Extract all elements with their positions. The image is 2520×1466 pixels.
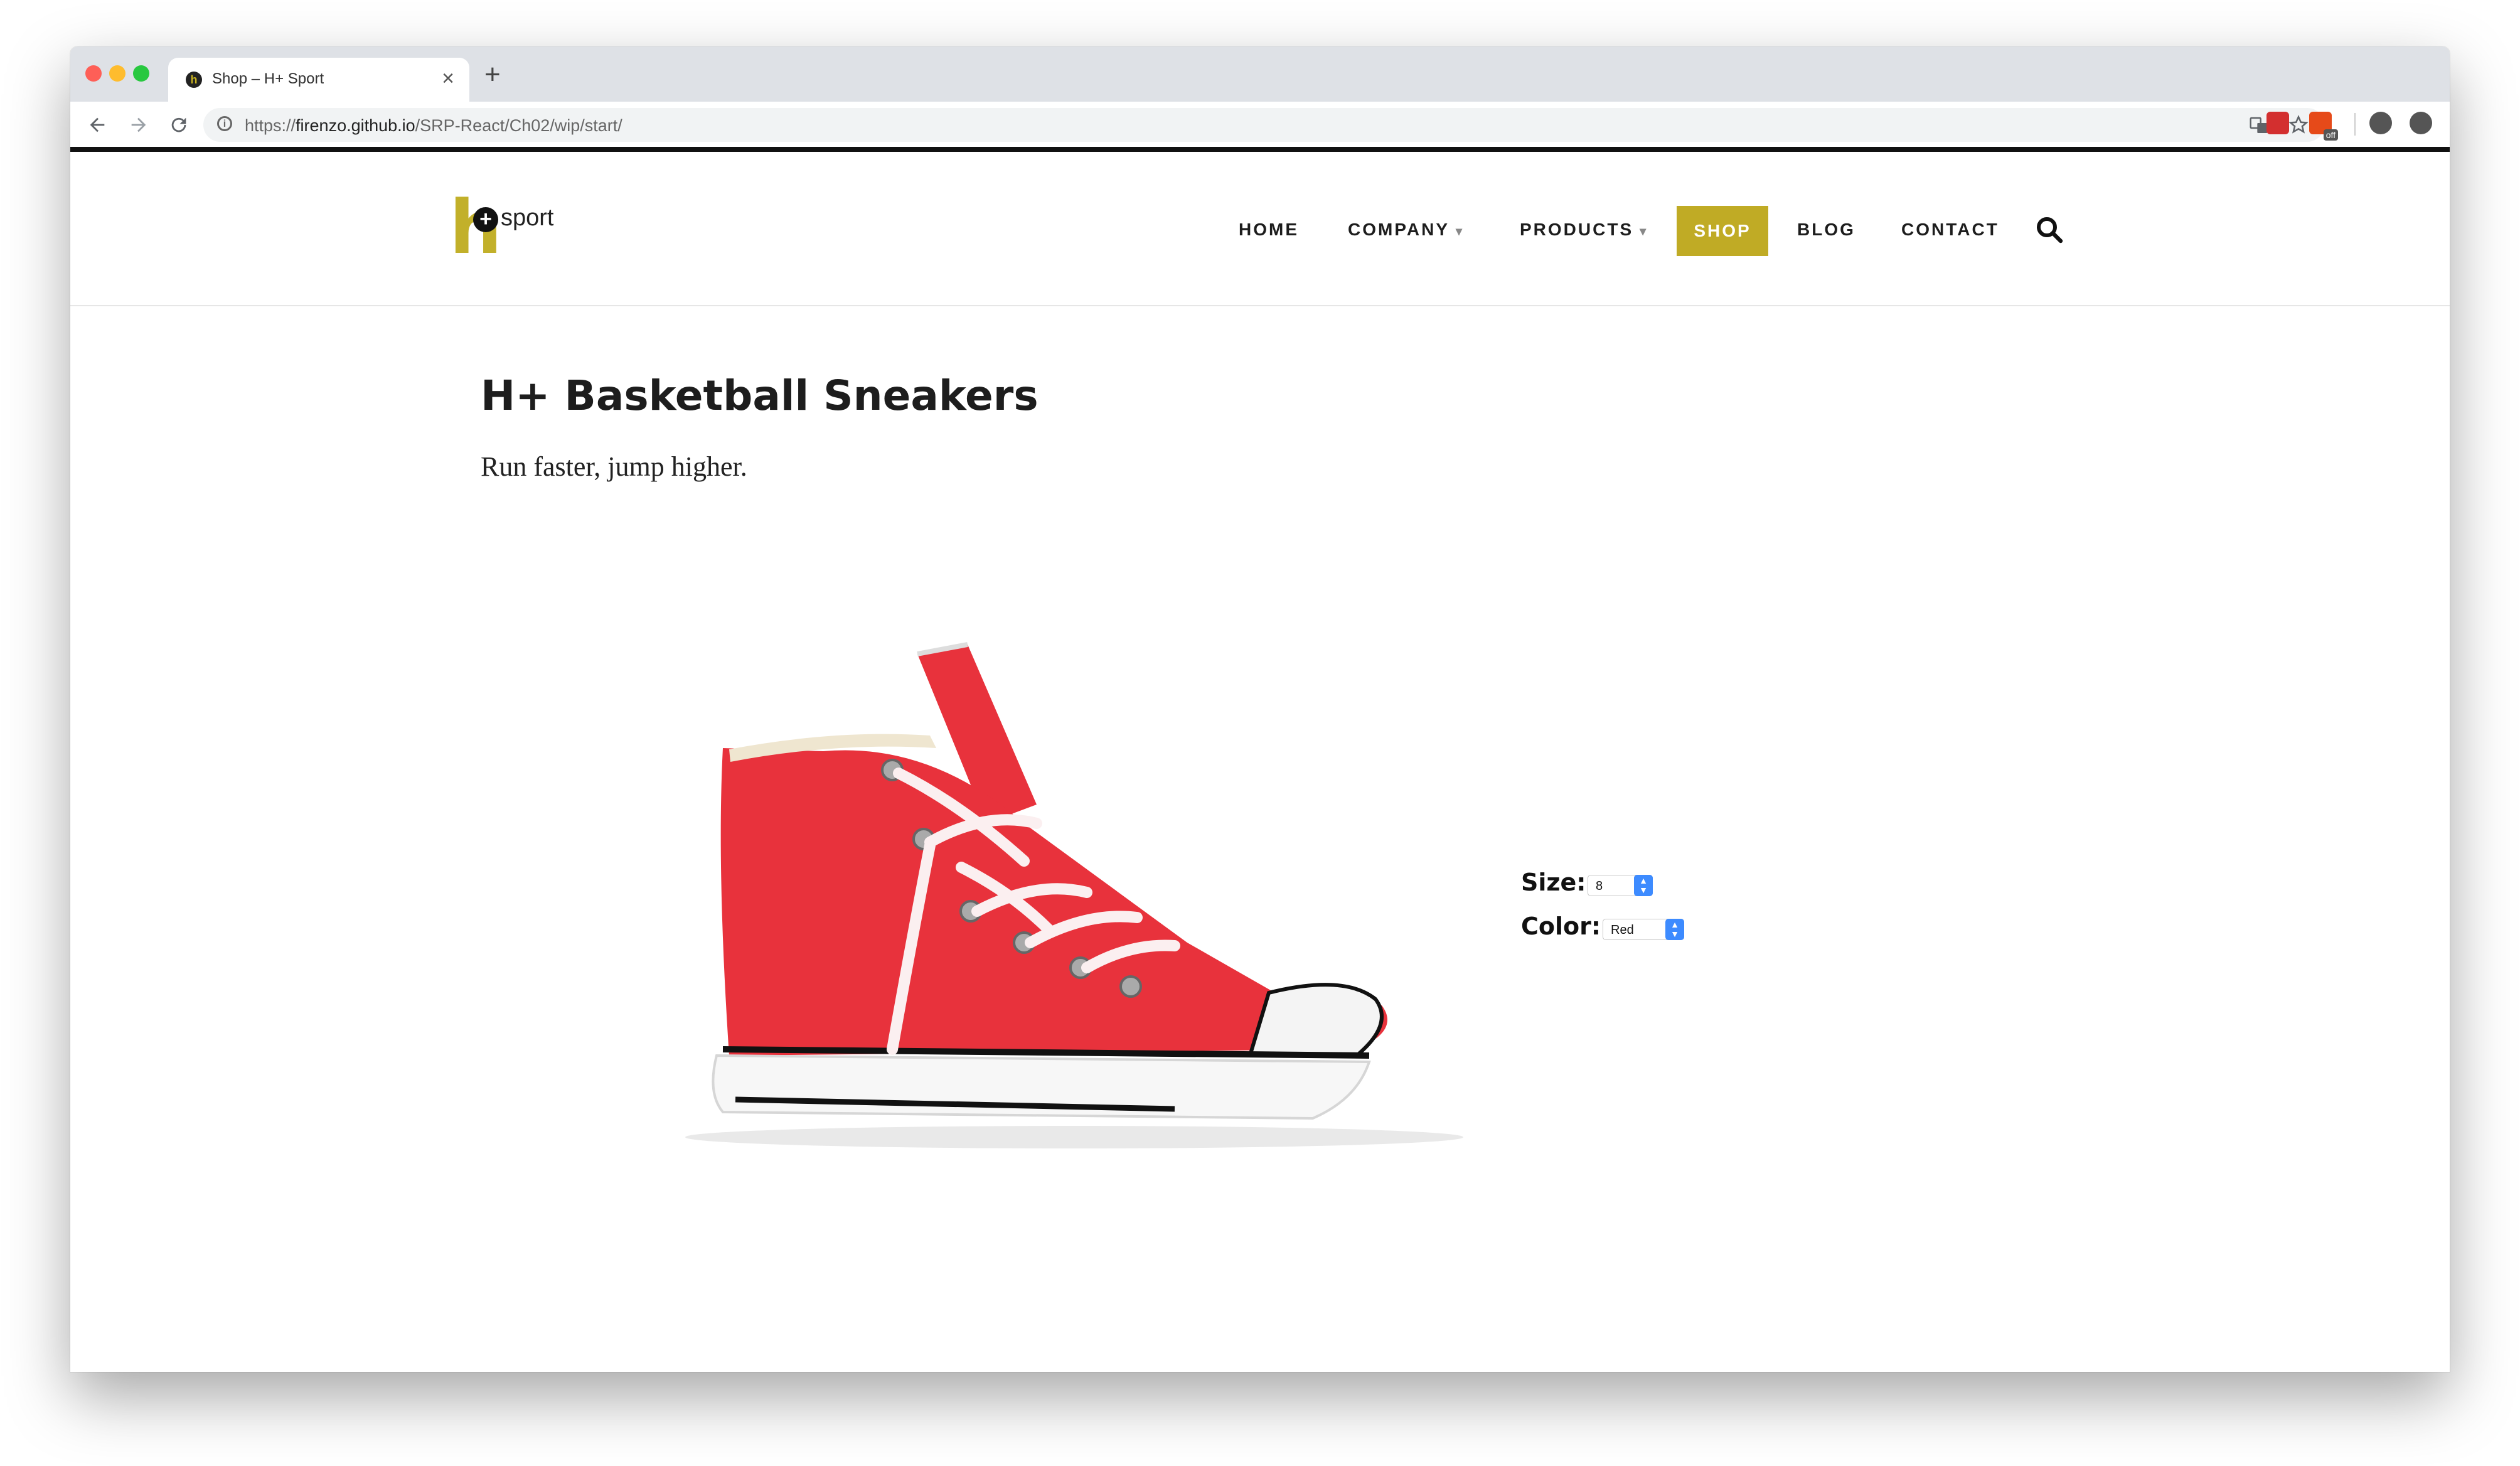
color-option: Color: Red ▲ ▼ xyxy=(1521,912,1684,940)
browser-window: h Shop – H+ Sport × + i https://firenzo.… xyxy=(70,46,2450,1372)
back-arrow-icon[interactable] xyxy=(87,114,108,136)
nav-home[interactable]: HOME xyxy=(1239,220,1299,240)
search-icon[interactable] xyxy=(2034,215,2064,245)
chevron-down-icon: ▾ xyxy=(1456,225,1463,238)
url-path: /SRP-React/Ch02/wip/start/ xyxy=(415,116,622,135)
url-host: firenzo.github.io xyxy=(296,116,415,135)
browser-toolbar: i https://firenzo.github.io/SRP-React/Ch… xyxy=(70,102,2450,148)
info-icon[interactable]: i xyxy=(217,116,232,131)
nav-company[interactable]: COMPANY ▾ xyxy=(1348,220,1462,240)
nav-contact[interactable]: CONTACT xyxy=(1901,220,1999,240)
url-scheme: https:// xyxy=(245,116,296,135)
web-page: h + sport HOME COMPANY▾ PRODUCTS▾ SHOP B… xyxy=(70,152,2450,1372)
product-title: H+ Basketball Sneakers xyxy=(481,372,1038,420)
nav-products[interactable]: PRODUCTS ▾ xyxy=(1520,220,1646,240)
tab-close-icon[interactable]: × xyxy=(442,67,454,91)
size-label: Size: xyxy=(1521,869,1586,896)
favicon-icon: h xyxy=(186,72,202,88)
maximize-window-button[interactable] xyxy=(133,65,149,82)
address-bar[interactable]: i https://firenzo.github.io/SRP-React/Ch… xyxy=(203,108,2324,142)
select-arrows-icon: ▲ ▼ xyxy=(1634,875,1653,896)
close-window-button[interactable] xyxy=(85,65,102,82)
size-option: Size: 8 ▲ ▼ xyxy=(1521,869,1653,896)
toolbar-border xyxy=(70,147,2450,152)
reload-icon[interactable] xyxy=(168,114,190,136)
main-nav: HOME COMPANY ▾ PRODUCTS ▾ SHOP BLOG CONTAC… xyxy=(70,206,2450,256)
chevron-down-icon: ▾ xyxy=(1640,225,1647,238)
url-text[interactable]: https://firenzo.github.io/SRP-React/Ch02… xyxy=(245,116,622,136)
color-select[interactable]: Red ▲ ▼ xyxy=(1603,919,1684,940)
tab-strip: h Shop – H+ Sport × + xyxy=(70,46,2450,102)
select-arrows-icon: ▲ ▼ xyxy=(1665,919,1684,940)
nav-company-label: COMPANY xyxy=(1348,220,1450,239)
browser-tab[interactable]: h Shop – H+ Sport × xyxy=(168,58,469,102)
minimize-window-button[interactable] xyxy=(109,65,125,82)
bookmark-star-icon[interactable] xyxy=(2288,114,2309,136)
site-header: h + sport HOME COMPANY▾ PRODUCTS▾ SHOP B… xyxy=(70,152,2450,306)
extension-badge: off xyxy=(2323,129,2338,141)
color-label: Color: xyxy=(1521,912,1601,940)
extension-icon[interactable] xyxy=(2266,112,2289,134)
toolbar-divider xyxy=(2354,113,2356,136)
size-value: 8 xyxy=(1596,879,1603,893)
new-tab-button[interactable]: + xyxy=(484,59,501,90)
menu-icon[interactable] xyxy=(2410,112,2432,134)
nav-products-label: PRODUCTS xyxy=(1520,220,1634,239)
profile-icon[interactable] xyxy=(2369,112,2392,134)
product-image xyxy=(685,642,1463,1148)
nav-blog[interactable]: BLOG xyxy=(1797,220,1855,240)
nav-shop[interactable]: SHOP xyxy=(1677,206,1768,256)
extension-icon[interactable]: off xyxy=(2309,112,2338,141)
tab-title: Shop – H+ Sport xyxy=(212,70,324,87)
color-value: Red xyxy=(1611,923,1634,937)
product-description: Run faster, jump higher. xyxy=(481,451,747,482)
size-select[interactable]: 8 ▲ ▼ xyxy=(1588,875,1653,896)
forward-arrow-icon[interactable] xyxy=(128,114,149,136)
